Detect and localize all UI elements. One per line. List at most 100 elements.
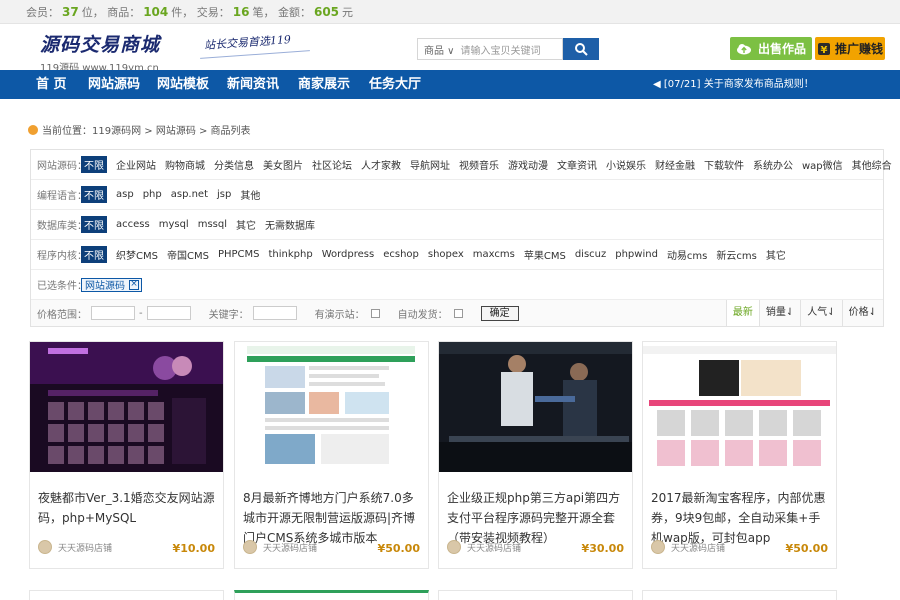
auto-delivery-checkbox[interactable]: [453, 308, 463, 318]
filter-option[interactable]: 企业网站: [116, 157, 156, 172]
filter-option[interactable]: 帝国CMS: [167, 247, 209, 262]
filter-option[interactable]: 美女图片: [263, 157, 303, 172]
search-input[interactable]: 商品 ∨ 请输入宝贝关键词: [417, 38, 563, 60]
speaker-icon: ◀: [653, 79, 661, 90]
shop-name: 天天源码店铺: [58, 543, 113, 554]
sort-popularity[interactable]: 人气⇃: [800, 300, 841, 326]
filter-option[interactable]: php: [143, 189, 162, 200]
filter-option[interactable]: PHPCMS: [218, 249, 260, 260]
filter-option[interactable]: jsp: [217, 189, 231, 200]
filter-option[interactable]: 动易cms: [667, 247, 707, 262]
filter-option[interactable]: 系统办公: [753, 157, 793, 172]
filter-option[interactable]: 导航网址: [410, 157, 450, 172]
filter-option[interactable]: 游戏动漫: [508, 157, 548, 172]
filter-option[interactable]: 不限: [81, 246, 107, 263]
sort-price[interactable]: 价格⇃: [841, 300, 883, 326]
product-thumbnail[interactable]: [439, 342, 632, 472]
site-header: 源码交易商城 119源码 www.119ym.cn 站长交易首选119 商品 ∨…: [0, 24, 900, 74]
product-title[interactable]: 2017最新淘宝客程序，内部优惠券，9块9包邮，全自动采集+手机wap版，可封包…: [651, 488, 831, 548]
shop-info[interactable]: 天天源码店铺: [447, 540, 521, 554]
product-title[interactable]: 8月最新齐博地方门户系统7.0多城市开源无限制营运版源码|齐博门户CMS系统多城…: [243, 488, 423, 548]
filter-option[interactable]: 其他: [240, 187, 260, 202]
site-logo[interactable]: 源码交易商城 119源码 www.119ym.cn: [40, 30, 160, 74]
promote-earn-label: 推广赚钱: [834, 42, 883, 56]
sort-tabs: 最新 销量⇃ 人气⇃ 价格⇃: [725, 300, 883, 326]
shop-name: 天天源码店铺: [467, 543, 522, 554]
filter-option[interactable]: 新云cms: [716, 247, 756, 262]
product-card[interactable]: 企业级正规php第三方api第四方支付平台程序源码完整开源全套（带安装视频教程）…: [438, 341, 633, 569]
filter-option[interactable]: 分类信息: [214, 157, 254, 172]
nav-site-template[interactable]: 网站模板: [157, 70, 209, 99]
sort-sales[interactable]: 销量⇃: [758, 300, 800, 326]
shop-info[interactable]: 天天源码店铺: [38, 540, 112, 554]
keyword-input[interactable]: [252, 306, 297, 320]
breadcrumb-text[interactable]: 当前位置：119源码网 > 网站源码 > 商品列表: [42, 122, 251, 137]
taobao-site-preview-image: [643, 342, 836, 472]
amount-value: 605: [313, 5, 340, 19]
product-card[interactable]: 夜魅都市Ver_3.1婚恋交友网站源码，php+MySQL 天天源码店铺 ¥10…: [29, 341, 224, 569]
product-card[interactable]: 2017最新淘宝客程序，内部优惠券，9块9包邮，全自动采集+手机wap版，可封包…: [642, 341, 837, 569]
nav-news[interactable]: 新闻资讯: [227, 70, 279, 99]
filter-option[interactable]: thinkphp: [268, 249, 312, 260]
promote-earn-button[interactable]: ¥ 推广赚钱: [815, 37, 885, 60]
filter-option[interactable]: 小说娱乐: [606, 157, 646, 172]
product-thumbnail[interactable]: [30, 342, 223, 472]
filter-option[interactable]: 织梦CMS: [116, 247, 158, 262]
filter-option[interactable]: 社区论坛: [312, 157, 352, 172]
filter-option[interactable]: 苹果CMS: [524, 247, 566, 262]
filter-option[interactable]: mysql: [159, 219, 189, 230]
filter-option[interactable]: 不限: [81, 186, 107, 203]
sort-newest[interactable]: 最新: [725, 300, 759, 326]
demo-site-checkbox[interactable]: [370, 308, 380, 318]
nav-merchants[interactable]: 商家展示: [298, 70, 350, 99]
filter-option[interactable]: 财经金融: [655, 157, 695, 172]
sell-work-button[interactable]: 出售作品: [730, 37, 812, 60]
filter-option[interactable]: 人才家教: [361, 157, 401, 172]
product-title[interactable]: 夜魅都市Ver_3.1婚恋交友网站源码，php+MySQL: [38, 488, 218, 528]
filter-option[interactable]: discuz: [575, 249, 606, 260]
filter-option[interactable]: asp: [116, 189, 134, 200]
product-card-partial[interactable]: [438, 590, 633, 600]
search-button[interactable]: [563, 38, 599, 60]
nav-task-hall[interactable]: 任务大厅: [369, 70, 421, 99]
filter-option[interactable]: mssql: [198, 219, 227, 230]
product-thumbnail[interactable]: [643, 342, 836, 472]
confirm-button[interactable]: 确定: [480, 305, 519, 321]
filter-option[interactable]: asp.net: [171, 189, 208, 200]
filter-option[interactable]: maxcms: [473, 249, 515, 260]
filter-option[interactable]: Wordpress: [322, 249, 375, 260]
product-card-partial[interactable]: [234, 590, 429, 600]
filter-option[interactable]: 不限: [81, 216, 107, 233]
filter-option[interactable]: 其他综合: [852, 157, 892, 172]
breadcrumb: 当前位置：119源码网 > 网站源码 > 商品列表: [28, 122, 251, 137]
selected-filter-chip[interactable]: 网站源码 ×: [81, 277, 142, 292]
filter-option[interactable]: shopex: [428, 249, 464, 260]
filter-option[interactable]: 下载软件: [704, 157, 744, 172]
shop-info[interactable]: 天天源码店铺: [651, 540, 725, 554]
close-icon[interactable]: ×: [129, 279, 139, 290]
filter-option[interactable]: 不限: [81, 156, 107, 173]
filter-option[interactable]: 视频音乐: [459, 157, 499, 172]
filter-option[interactable]: 文章资讯: [557, 157, 597, 172]
filter-option[interactable]: wap微信: [802, 157, 843, 172]
product-thumbnail[interactable]: [235, 342, 428, 472]
notice-ticker[interactable]: ◀ [07/21] 关于商家发布商品规则！: [653, 70, 814, 99]
nav-site-source[interactable]: 网站源码: [88, 70, 140, 99]
filter-option[interactable]: 其它: [236, 217, 256, 232]
nav-home[interactable]: 首 页: [36, 70, 67, 99]
product-card[interactable]: 8月最新齐博地方门户系统7.0多城市开源无限制营运版源码|齐博门户CMS系统多城…: [234, 341, 429, 569]
product-title[interactable]: 企业级正规php第三方api第四方支付平台程序源码完整开源全套（带安装视频教程）: [447, 488, 627, 548]
product-card-partial[interactable]: [642, 590, 837, 600]
filter-option[interactable]: 购物商城: [165, 157, 205, 172]
filter-option[interactable]: 其它: [766, 247, 786, 262]
price-max-input[interactable]: [146, 306, 191, 320]
filter-option[interactable]: access: [116, 219, 150, 230]
filter-option[interactable]: 无需数据库: [265, 217, 315, 232]
product-card-partial[interactable]: [29, 590, 224, 600]
shop-info[interactable]: 天天源码店铺: [243, 540, 317, 554]
search-type-select[interactable]: 商品 ∨: [424, 42, 455, 57]
filter-option[interactable]: ecshop: [383, 249, 419, 260]
price-min-input[interactable]: [91, 306, 135, 320]
filter-option[interactable]: phpwind: [615, 249, 658, 260]
search-placeholder: 请输入宝贝关键词: [460, 45, 541, 57]
